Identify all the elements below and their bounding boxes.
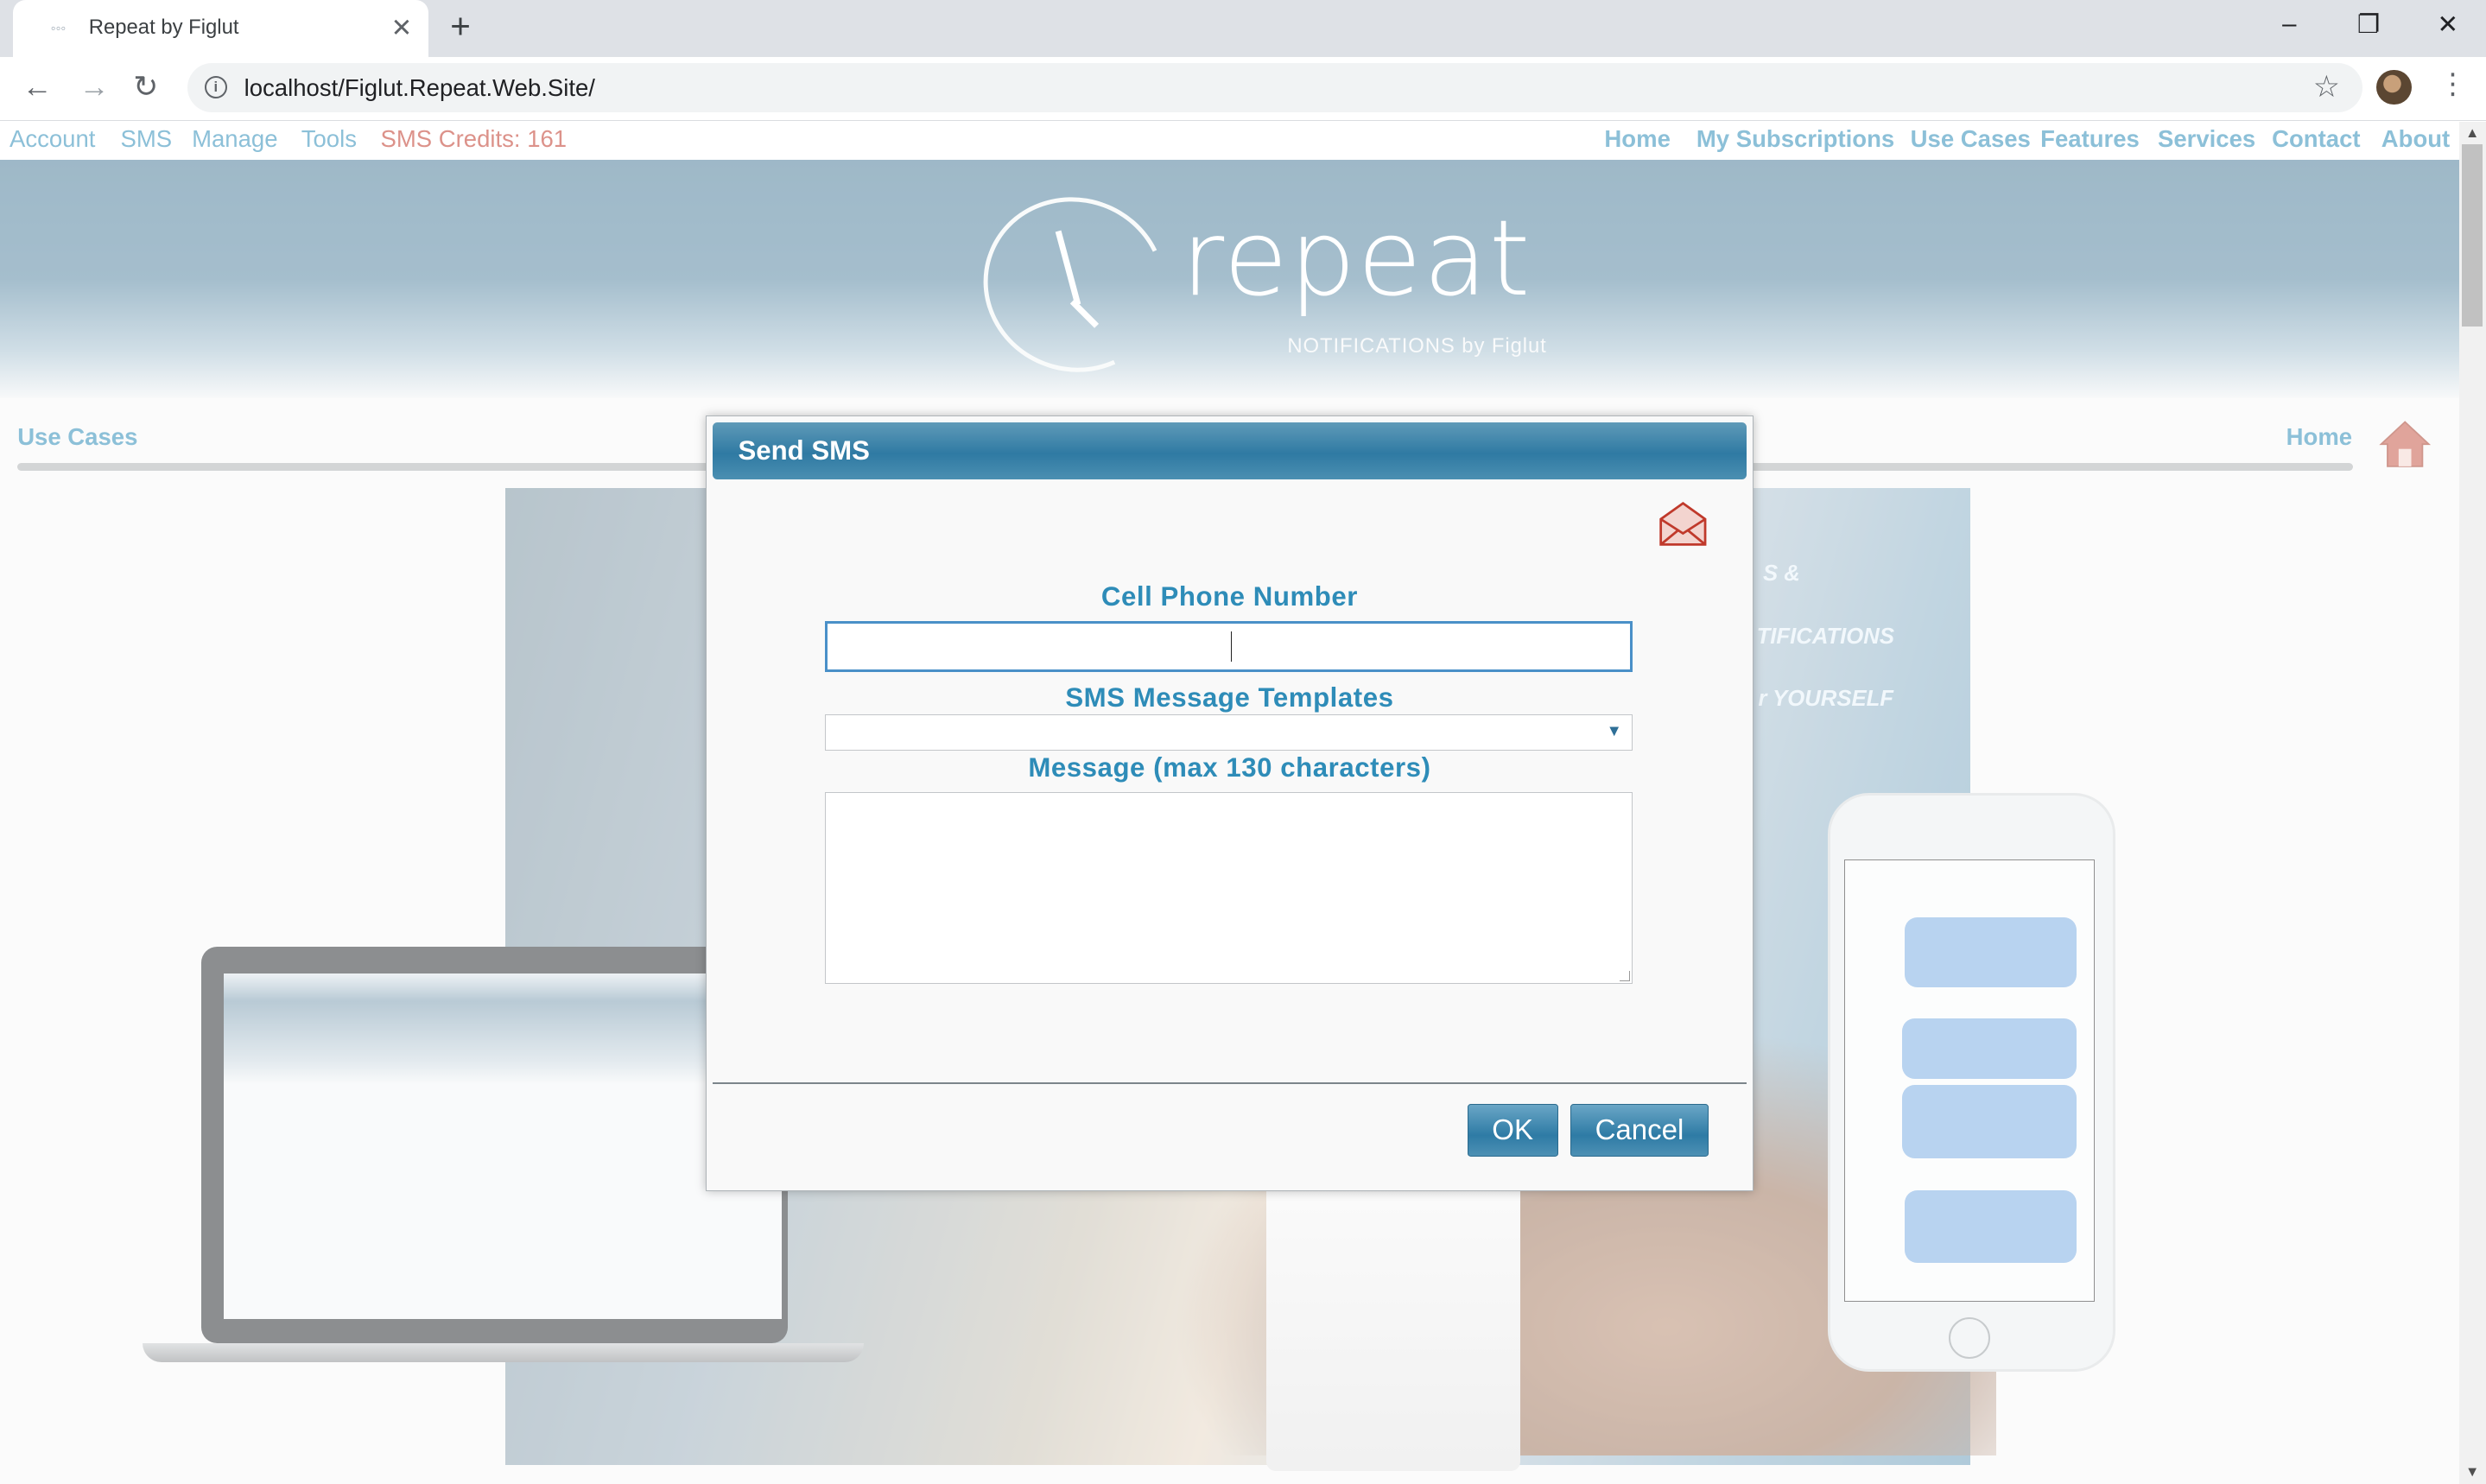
templates-select[interactable]: ▼: [825, 713, 1633, 752]
site-info-icon[interactable]: i: [204, 76, 227, 99]
profile-avatar[interactable]: [2376, 69, 2412, 105]
ok-button[interactable]: OK: [1467, 1104, 1558, 1157]
text-caret: [1230, 631, 1233, 662]
chevron-down-icon[interactable]: ▼: [1607, 721, 1622, 740]
reload-icon[interactable]: ↻: [133, 70, 158, 105]
cell-phone-input[interactable]: [825, 620, 1633, 672]
message-textarea[interactable]: [825, 791, 1633, 985]
forward-icon[interactable]: →: [79, 70, 110, 105]
envelope-icon: [1659, 502, 1707, 546]
page-viewport: Account SMS Manage Tools SMS Credits: 16…: [0, 122, 2459, 1484]
scroll-down-icon[interactable]: ▼: [2465, 1464, 2479, 1481]
back-icon[interactable]: ←: [22, 70, 53, 105]
page-scrollbar[interactable]: ▲ ▼: [2458, 122, 2486, 1484]
close-tab-icon[interactable]: ✕: [391, 13, 413, 43]
bookmark-star-icon[interactable]: ☆: [2313, 70, 2340, 105]
address-bar[interactable]: i localhost/Figlut.Repeat.Web.Site/ ☆: [187, 63, 2362, 113]
dialog-title: Send SMS: [738, 434, 870, 466]
url-text[interactable]: localhost/Figlut.Repeat.Web.Site/: [244, 74, 595, 102]
scroll-up-icon[interactable]: ▲: [2465, 125, 2479, 142]
restore-icon[interactable]: ❐: [2353, 10, 2385, 40]
browser-toolbar: ← → ↻ i localhost/Figlut.Repeat.Web.Site…: [0, 57, 2486, 122]
dialog-divider: [713, 1081, 1747, 1084]
resize-grip-icon[interactable]: [1619, 971, 1630, 982]
browser-tab[interactable]: ◦◦◦ Repeat by Figlut ✕: [12, 0, 428, 58]
message-label: Message (max 130 characters): [1028, 752, 1431, 783]
templates-label: SMS Message Templates: [1065, 682, 1394, 713]
cell-phone-label: Cell Phone Number: [1100, 580, 1358, 612]
browser-tabstrip: ◦◦◦ Repeat by Figlut ✕ + – ❐ ✕: [0, 0, 2486, 58]
browser-menu-icon[interactable]: ⋮: [2438, 67, 2467, 100]
cancel-button[interactable]: Cancel: [1570, 1104, 1709, 1157]
minimize-icon[interactable]: –: [2274, 10, 2305, 39]
new-tab-button[interactable]: +: [450, 6, 471, 47]
send-sms-dialog: Send SMS Cell Phone Number SMS Message T…: [705, 415, 1754, 1191]
dialog-header: Send SMS: [713, 422, 1747, 480]
site-favicon-icon: ◦◦◦: [50, 20, 67, 36]
window-close-icon[interactable]: ✕: [2432, 10, 2464, 40]
scrollbar-thumb[interactable]: [2462, 144, 2483, 327]
tab-title: Repeat by Figlut: [88, 16, 239, 40]
